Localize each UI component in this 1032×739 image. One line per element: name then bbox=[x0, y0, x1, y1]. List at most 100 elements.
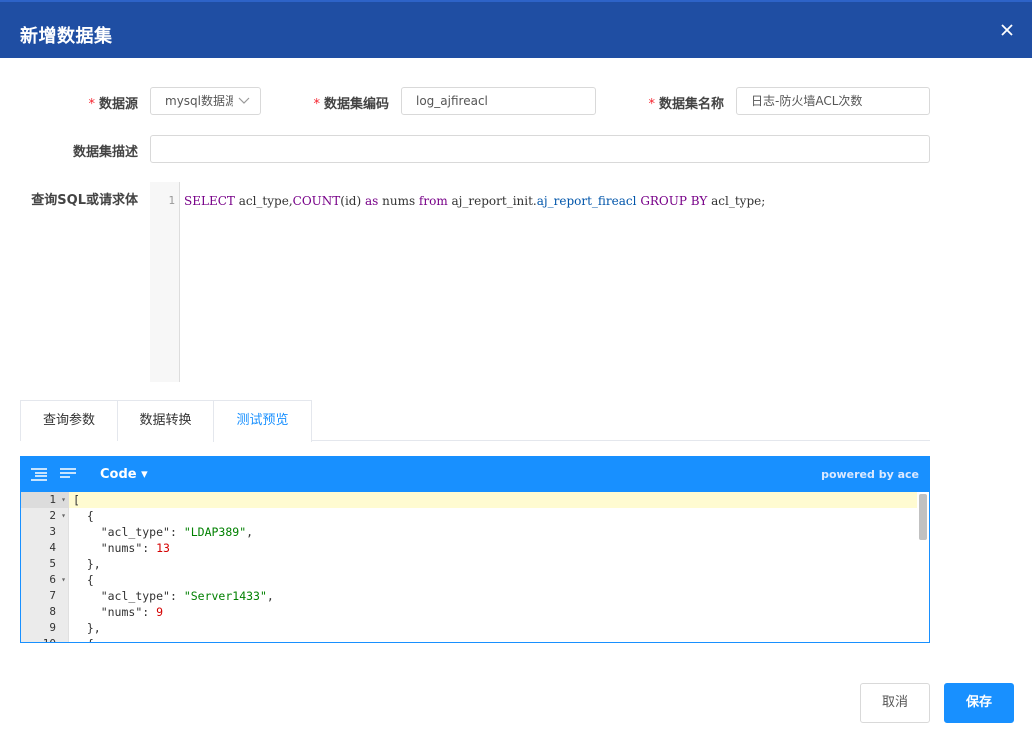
gutter-row: 5 bbox=[21, 556, 69, 572]
tab-bar: 查询参数 数据转换 测试预览 bbox=[20, 400, 930, 442]
code-line: { bbox=[69, 572, 919, 588]
source-label: * 数据源 bbox=[88, 93, 138, 112]
mode-dropdown[interactable]: Code ▾ bbox=[100, 467, 148, 482]
line-number: 8 bbox=[49, 605, 56, 618]
line-number: 10 bbox=[43, 636, 56, 642]
code-token: "acl_type" bbox=[100, 525, 170, 539]
code-label: * 数据集编码 bbox=[313, 93, 389, 112]
sql-token: aj_report_init. bbox=[447, 194, 537, 208]
compact-icon[interactable] bbox=[59, 466, 77, 482]
gutter-row: 4 bbox=[21, 540, 69, 556]
gutter-row: 8 bbox=[21, 604, 69, 620]
code-token: "nums" bbox=[100, 605, 143, 619]
editor-scroll-thumb[interactable] bbox=[919, 494, 927, 540]
fold-toggle-icon[interactable]: ▾ bbox=[61, 636, 66, 642]
sql-token: as bbox=[364, 194, 379, 208]
sql-token: COUNT bbox=[292, 194, 341, 208]
desc-input[interactable] bbox=[150, 135, 930, 163]
sql-code-line: SELECT acl_type,COUNT(id) as nums from a… bbox=[184, 194, 765, 208]
sql-token: (id) bbox=[340, 194, 365, 208]
line-number: 3 bbox=[49, 525, 56, 538]
source-label-text: 数据源 bbox=[98, 97, 138, 112]
code-line: }, bbox=[69, 556, 919, 572]
code-input[interactable]: log_ajfireacl bbox=[401, 87, 596, 115]
gutter-row: 6 ▾ bbox=[21, 572, 69, 588]
sql-token: acl_type; bbox=[707, 194, 766, 208]
gutter-row: 10 ▾ bbox=[21, 636, 69, 642]
sql-token: SELECT bbox=[184, 194, 235, 208]
name-label-text: 数据集名称 bbox=[658, 97, 724, 112]
add-dataset-dialog: 新增数据集 * 数据源 mysql数据源 * 数据集编码 log_ajfireacl… bbox=[0, 0, 1032, 739]
result-editor[interactable]: Code ▾ powered by ace 1▾2▾3456▾78910▾ [ … bbox=[20, 456, 930, 643]
gutter-row: 3 bbox=[21, 524, 69, 540]
fold-toggle-icon[interactable]: ▾ bbox=[61, 508, 66, 524]
code-token: { bbox=[73, 573, 94, 587]
editor-gutter: 1▾2▾3456▾78910▾ bbox=[21, 492, 69, 642]
gutter-row: 9 bbox=[21, 620, 69, 636]
code-line: { bbox=[69, 636, 919, 642]
sql-token: acl_type, bbox=[234, 194, 293, 208]
code-token: : bbox=[142, 541, 157, 555]
name-input[interactable]: 日志-防火墙ACL次数 bbox=[736, 87, 930, 115]
line-number: 4 bbox=[49, 541, 56, 554]
line-number: 6 bbox=[49, 573, 56, 586]
source-select-value: mysql数据源 bbox=[165, 94, 233, 108]
required-mark: * bbox=[88, 97, 95, 112]
powered-by-ace: powered by ace bbox=[821, 468, 919, 481]
code-token: { bbox=[73, 509, 94, 523]
sql-editor[interactable]: 1 SELECT acl_type,COUNT(id) as nums from… bbox=[150, 182, 930, 382]
code-token: "nums" bbox=[100, 541, 143, 555]
code-token: 13 bbox=[156, 541, 170, 555]
code-line: "nums": 13 bbox=[69, 540, 919, 556]
gutter-row: 7 bbox=[21, 588, 69, 604]
code-token: "Server1433" bbox=[183, 589, 267, 603]
required-mark: * bbox=[313, 97, 320, 112]
code-line: "nums": 9 bbox=[69, 604, 919, 620]
code-token: , bbox=[246, 525, 254, 539]
code-line: }, bbox=[69, 620, 919, 636]
name-label: * 数据集名称 bbox=[648, 93, 724, 112]
code-token: "acl_type" bbox=[100, 589, 170, 603]
sql-gutter: 1 bbox=[150, 182, 180, 382]
code-label-text: 数据集编码 bbox=[323, 97, 389, 112]
format-icon[interactable] bbox=[30, 466, 48, 482]
dialog-header: 新增数据集 bbox=[0, 0, 1032, 58]
sql-label: 查询SQL或请求体 bbox=[31, 193, 138, 208]
code-token: : bbox=[169, 589, 184, 603]
code-line: "acl_type": "Server1433", bbox=[69, 588, 919, 604]
line-number: 9 bbox=[49, 621, 56, 634]
cancel-button[interactable]: 取消 bbox=[860, 683, 930, 723]
tab-test-preview[interactable]: 测试预览 bbox=[213, 400, 312, 442]
code-line: "acl_type": "LDAP389", bbox=[69, 524, 919, 540]
fold-toggle-icon[interactable]: ▾ bbox=[61, 492, 66, 508]
source-select[interactable]: mysql数据源 bbox=[150, 87, 261, 115]
code-token: : bbox=[169, 525, 184, 539]
code-line: { bbox=[69, 508, 919, 524]
editor-code-area[interactable]: [ { "acl_type": "LDAP389", "nums": 13 },… bbox=[69, 492, 919, 642]
code-line: [ bbox=[69, 492, 919, 508]
gutter-row: 1 ▾ bbox=[21, 492, 69, 508]
sql-token: GROUP BY bbox=[640, 194, 708, 208]
desc-label: 数据集描述 bbox=[72, 145, 138, 160]
code-token: : bbox=[142, 605, 157, 619]
line-number: 7 bbox=[49, 589, 56, 602]
sql-token: nums bbox=[378, 194, 419, 208]
sql-line-number: 1 bbox=[168, 194, 175, 207]
required-mark: * bbox=[648, 97, 655, 112]
line-number: 1 bbox=[49, 493, 56, 506]
tab-data-transform[interactable]: 数据转换 bbox=[117, 400, 214, 441]
editor-toolbar: Code ▾ powered by ace bbox=[21, 457, 929, 492]
gutter-row: 2 ▾ bbox=[21, 508, 69, 524]
save-button[interactable]: 保存 bbox=[944, 683, 1014, 723]
code-token: , bbox=[266, 589, 274, 603]
close-icon[interactable] bbox=[998, 22, 1016, 40]
code-token: [ bbox=[73, 493, 80, 507]
tab-query-params[interactable]: 查询参数 bbox=[20, 400, 118, 441]
fold-toggle-icon[interactable]: ▾ bbox=[61, 572, 66, 588]
dialog-title: 新增数据集 bbox=[20, 26, 113, 47]
code-token: 9 bbox=[156, 605, 164, 619]
